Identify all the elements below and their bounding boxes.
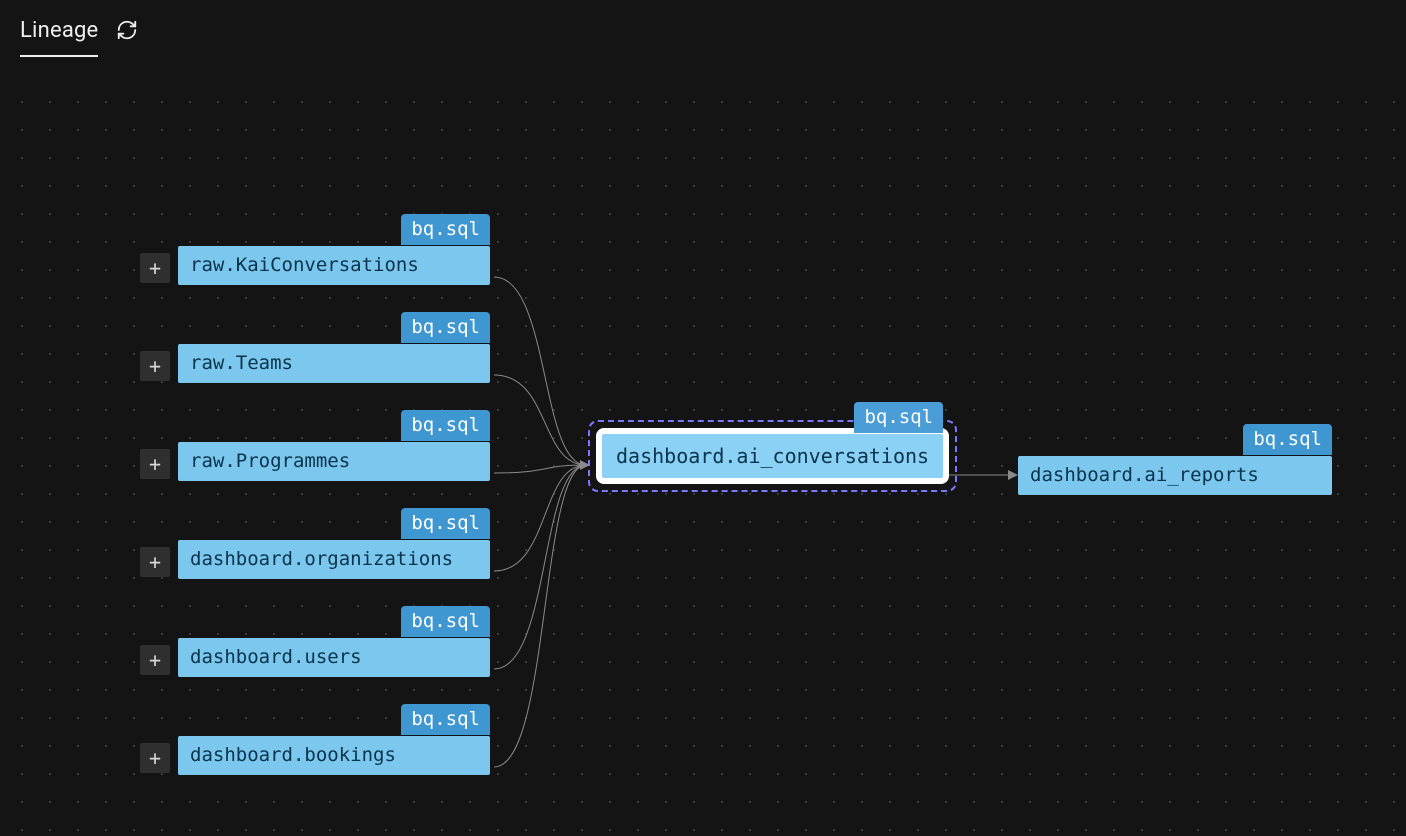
expand-button[interactable]: + <box>140 743 170 773</box>
node-label: raw.Teams <box>178 344 490 383</box>
plus-icon: + <box>149 256 161 280</box>
node-tag: bq.sql <box>401 410 490 441</box>
node-label: dashboard.ai_conversations <box>602 434 943 478</box>
node-tag: bq.sql <box>401 508 490 539</box>
expand-button[interactable]: + <box>140 351 170 381</box>
plus-icon: + <box>149 648 161 672</box>
node-label: dashboard.bookings <box>178 736 490 775</box>
node-label: dashboard.organizations <box>178 540 490 579</box>
lineage-node[interactable]: + bq.sql dashboard.users <box>140 638 490 677</box>
node-tag: bq.sql <box>401 704 490 735</box>
plus-icon: + <box>149 746 161 770</box>
refresh-icon[interactable] <box>116 19 138 45</box>
lineage-node-selected[interactable]: bq.sql dashboard.ai_conversations <box>588 420 957 492</box>
node-tag: bq.sql <box>401 606 490 637</box>
expand-button[interactable]: + <box>140 645 170 675</box>
node-tag: bq.sql <box>401 312 490 343</box>
expand-button[interactable]: + <box>140 253 170 283</box>
expand-button[interactable]: + <box>140 449 170 479</box>
lineage-canvas[interactable]: + bq.sql raw.KaiConversations + bq.sql r… <box>0 80 1406 836</box>
node-tag: bq.sql <box>854 402 943 433</box>
lineage-node[interactable]: + bq.sql raw.KaiConversations <box>140 246 490 285</box>
node-label: raw.KaiConversations <box>178 246 490 285</box>
plus-icon: + <box>149 452 161 476</box>
lineage-node[interactable]: bq.sql dashboard.ai_reports <box>1018 456 1332 495</box>
lineage-node[interactable]: + bq.sql raw.Teams <box>140 344 490 383</box>
expand-button[interactable]: + <box>140 547 170 577</box>
plus-icon: + <box>149 354 161 378</box>
node-tag: bq.sql <box>401 214 490 245</box>
node-label: raw.Programmes <box>178 442 490 481</box>
plus-icon: + <box>149 550 161 574</box>
node-tag: bq.sql <box>1243 424 1332 455</box>
lineage-node[interactable]: + bq.sql dashboard.organizations <box>140 540 490 579</box>
lineage-node[interactable]: + bq.sql dashboard.bookings <box>140 736 490 775</box>
node-label: dashboard.users <box>178 638 490 677</box>
lineage-node[interactable]: + bq.sql raw.Programmes <box>140 442 490 481</box>
node-label: dashboard.ai_reports <box>1018 456 1332 495</box>
tab-lineage[interactable]: Lineage <box>20 18 98 57</box>
